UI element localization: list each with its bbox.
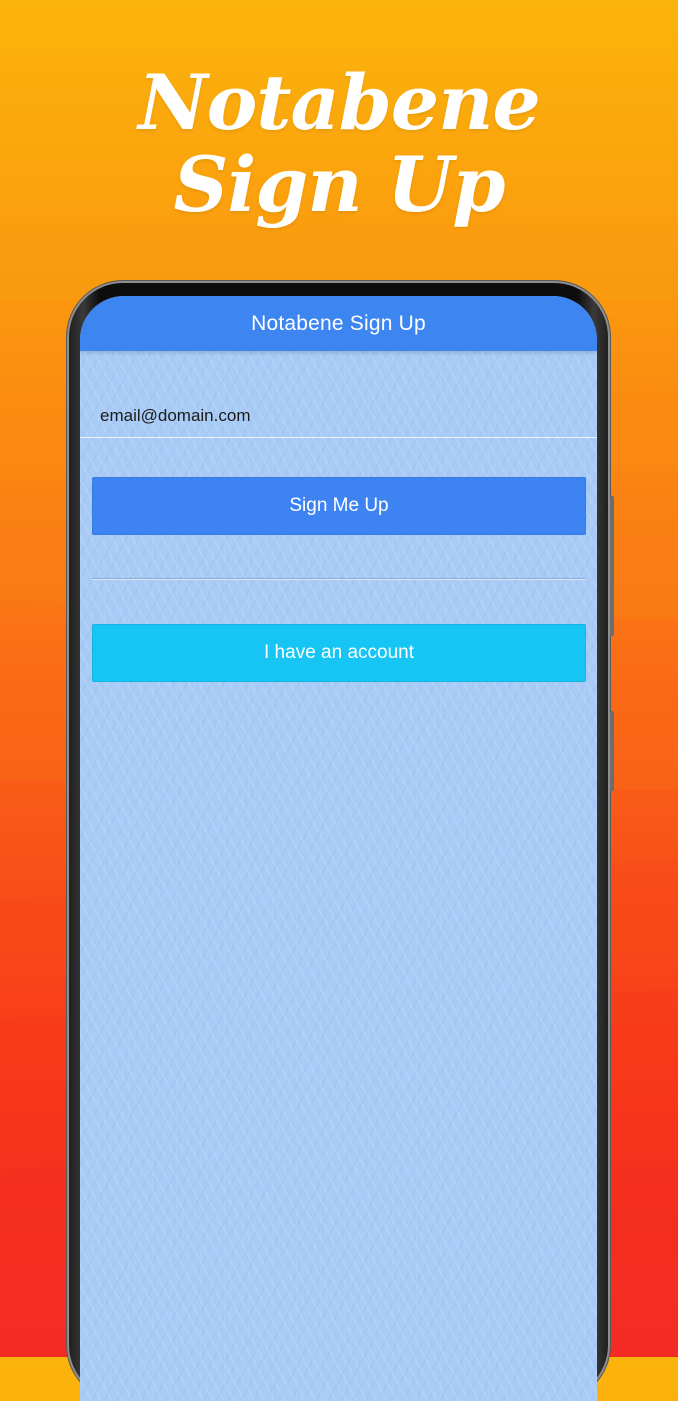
- have-account-button[interactable]: I have an account: [92, 624, 586, 682]
- divider: [92, 578, 586, 579]
- sign-me-up-button[interactable]: Sign Me Up: [92, 477, 586, 535]
- sign-me-up-label: Sign Me Up: [289, 495, 389, 516]
- email-input[interactable]: [80, 394, 597, 438]
- promo-title-line1: Notabene: [138, 58, 541, 147]
- phone-volume-button: [610, 711, 614, 791]
- promo-title: Notabene Sign Up: [0, 62, 678, 226]
- phone-power-button: [610, 496, 614, 636]
- app-header: Notabene Sign Up: [80, 296, 597, 351]
- app-screen: Notabene Sign Up Sign Me Up I have an ac…: [80, 296, 597, 1401]
- have-account-label: I have an account: [264, 642, 414, 663]
- phone-frame: Notabene Sign Up Sign Me Up I have an ac…: [67, 281, 614, 1401]
- app-header-title: Notabene Sign Up: [251, 311, 426, 335]
- promo-title-line2: Sign Up: [173, 140, 505, 229]
